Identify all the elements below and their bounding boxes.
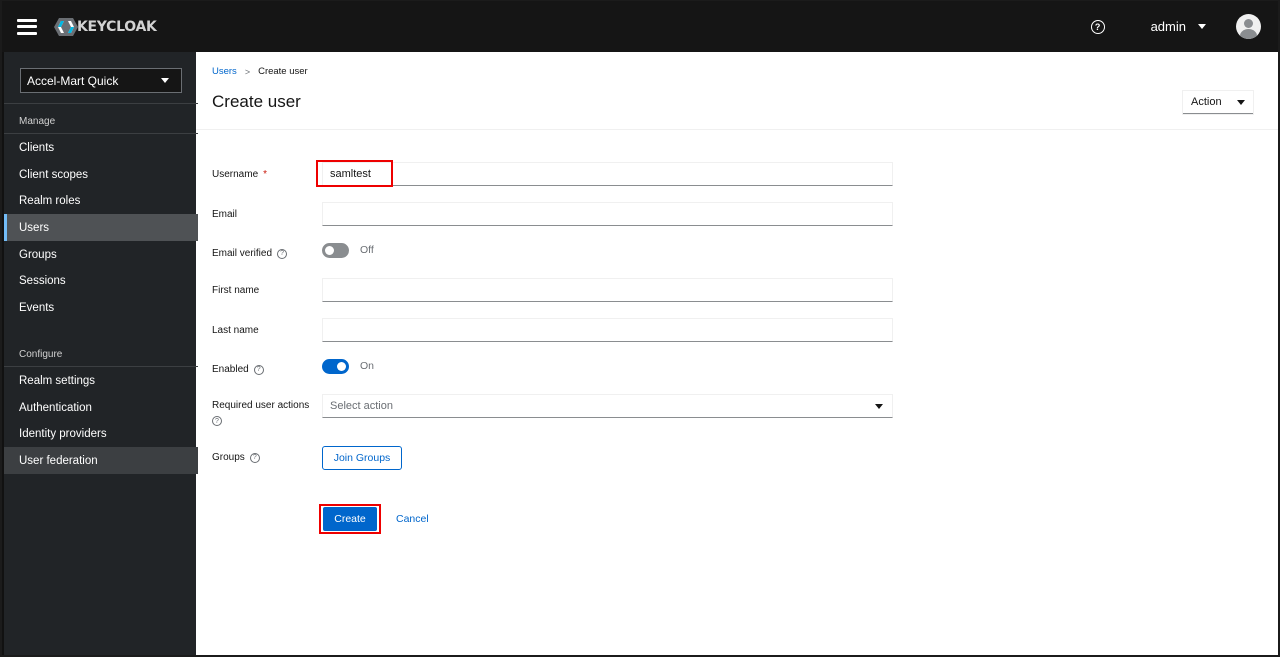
last-name-input[interactable] bbox=[322, 318, 893, 342]
realm-selector[interactable]: Accel-Mart Quick bbox=[20, 68, 182, 93]
breadcrumb-users-link[interactable]: Users bbox=[212, 66, 237, 77]
cancel-button[interactable]: Cancel bbox=[396, 513, 429, 525]
sidebar-item-label: Events bbox=[19, 301, 55, 314]
action-dropdown[interactable]: Action bbox=[1183, 91, 1253, 114]
keycloak-logo[interactable]: KEYCLOAK bbox=[53, 17, 157, 37]
nav-section-manage: Manage bbox=[19, 116, 56, 127]
create-button[interactable]: Create bbox=[323, 507, 377, 531]
help-icon[interactable]: ? bbox=[1090, 19, 1105, 34]
sidebar-item-label: Realm settings bbox=[19, 374, 96, 387]
breadcrumb-separator-icon: > bbox=[244, 66, 251, 77]
caret-down-icon bbox=[875, 403, 883, 409]
enabled-state: On bbox=[360, 360, 375, 372]
keycloak-logo-icon bbox=[54, 17, 78, 36]
action-label: Action bbox=[1191, 96, 1222, 108]
nav-section-configure: Configure bbox=[19, 349, 63, 360]
email-label: Email bbox=[212, 209, 238, 220]
username-label-text: Username bbox=[212, 169, 259, 180]
avatar-icon[interactable] bbox=[1236, 14, 1261, 39]
sidebar-item-realm-roles[interactable]: Realm roles bbox=[4, 187, 198, 214]
caret-down-icon bbox=[1237, 99, 1245, 105]
sidebar-item-authentication[interactable]: Authentication bbox=[4, 394, 198, 421]
email-verified-state: Off bbox=[360, 244, 374, 256]
caret-down-icon bbox=[161, 78, 169, 83]
email-verified-label-text: Email verified bbox=[212, 248, 273, 259]
required-actions-placeholder: Select action bbox=[330, 400, 393, 412]
groups-label-text: Groups bbox=[212, 452, 245, 463]
masthead: KEYCLOAK ? admin bbox=[2, 1, 1278, 52]
username-input[interactable] bbox=[322, 162, 893, 186]
help-icon[interactable]: ? bbox=[249, 452, 260, 463]
sidebar: Accel-Mart Quick Manage Clients Client s… bbox=[2, 52, 198, 655]
required-actions-select[interactable]: Select action bbox=[322, 394, 893, 418]
sidebar-item-label: Identity providers bbox=[19, 427, 107, 440]
sidebar-item-user-federation[interactable]: User federation bbox=[4, 447, 198, 474]
last-name-label: Last name bbox=[212, 325, 259, 336]
breadcrumb-current: Create user bbox=[258, 66, 308, 77]
sidebar-item-label: Sessions bbox=[19, 274, 66, 287]
sidebar-item-label: User federation bbox=[19, 454, 98, 467]
join-groups-button[interactable]: Join Groups bbox=[322, 446, 402, 470]
sidebar-item-users[interactable]: Users bbox=[4, 214, 198, 241]
divider bbox=[4, 103, 198, 104]
page-header: Users > Create user Create user Action bbox=[196, 52, 1278, 130]
breadcrumb: Users > Create user bbox=[212, 66, 308, 77]
required-actions-label-text: Required user actions bbox=[212, 400, 310, 411]
sidebar-item-realm-settings[interactable]: Realm settings bbox=[4, 367, 198, 394]
brand-text: KEYCLOAK bbox=[77, 18, 157, 35]
sidebar-item-client-scopes[interactable]: Client scopes bbox=[4, 161, 198, 188]
required-actions-label: Required user actions ? bbox=[212, 400, 309, 426]
user-menu[interactable]: admin bbox=[1151, 19, 1206, 34]
email-input[interactable] bbox=[322, 202, 893, 226]
groups-label: Groups ? bbox=[212, 452, 260, 463]
username-label: Username * bbox=[212, 169, 267, 180]
help-icon[interactable]: ? bbox=[212, 416, 222, 426]
sidebar-item-label: Realm roles bbox=[19, 194, 81, 207]
required-marker: * bbox=[263, 169, 268, 180]
first-name-input[interactable] bbox=[322, 278, 893, 302]
help-icon[interactable]: ? bbox=[253, 364, 264, 375]
sidebar-item-sessions[interactable]: Sessions bbox=[4, 267, 198, 294]
caret-down-icon bbox=[1198, 24, 1206, 29]
email-verified-toggle[interactable] bbox=[322, 243, 349, 258]
main-content: Users > Create user Create user Action U… bbox=[196, 52, 1278, 655]
sidebar-item-clients[interactable]: Clients bbox=[4, 134, 198, 161]
realm-name: Accel-Mart Quick bbox=[27, 73, 119, 88]
sidebar-item-label: Groups bbox=[19, 248, 57, 261]
sidebar-item-label: Authentication bbox=[19, 401, 92, 414]
help-icon[interactable]: ? bbox=[277, 248, 288, 259]
enabled-label: Enabled ? bbox=[212, 364, 264, 375]
enabled-toggle[interactable] bbox=[322, 359, 349, 374]
sidebar-item-events[interactable]: Events bbox=[4, 294, 198, 321]
user-name: admin bbox=[1150, 19, 1186, 34]
sidebar-item-label: Client scopes bbox=[19, 168, 89, 181]
first-name-label: First name bbox=[212, 285, 260, 296]
email-verified-label: Email verified ? bbox=[212, 248, 288, 259]
hamburger-icon[interactable] bbox=[17, 18, 37, 35]
sidebar-item-identity-providers[interactable]: Identity providers bbox=[4, 420, 198, 447]
sidebar-item-groups[interactable]: Groups bbox=[4, 241, 198, 268]
page-title: Create user bbox=[212, 92, 301, 111]
sidebar-item-label: Users bbox=[19, 221, 50, 234]
enabled-label-text: Enabled bbox=[212, 364, 249, 375]
app-frame: KEYCLOAK ? admin Accel-Mart Quick Manage… bbox=[0, 0, 1280, 657]
sidebar-item-label: Clients bbox=[19, 141, 55, 154]
